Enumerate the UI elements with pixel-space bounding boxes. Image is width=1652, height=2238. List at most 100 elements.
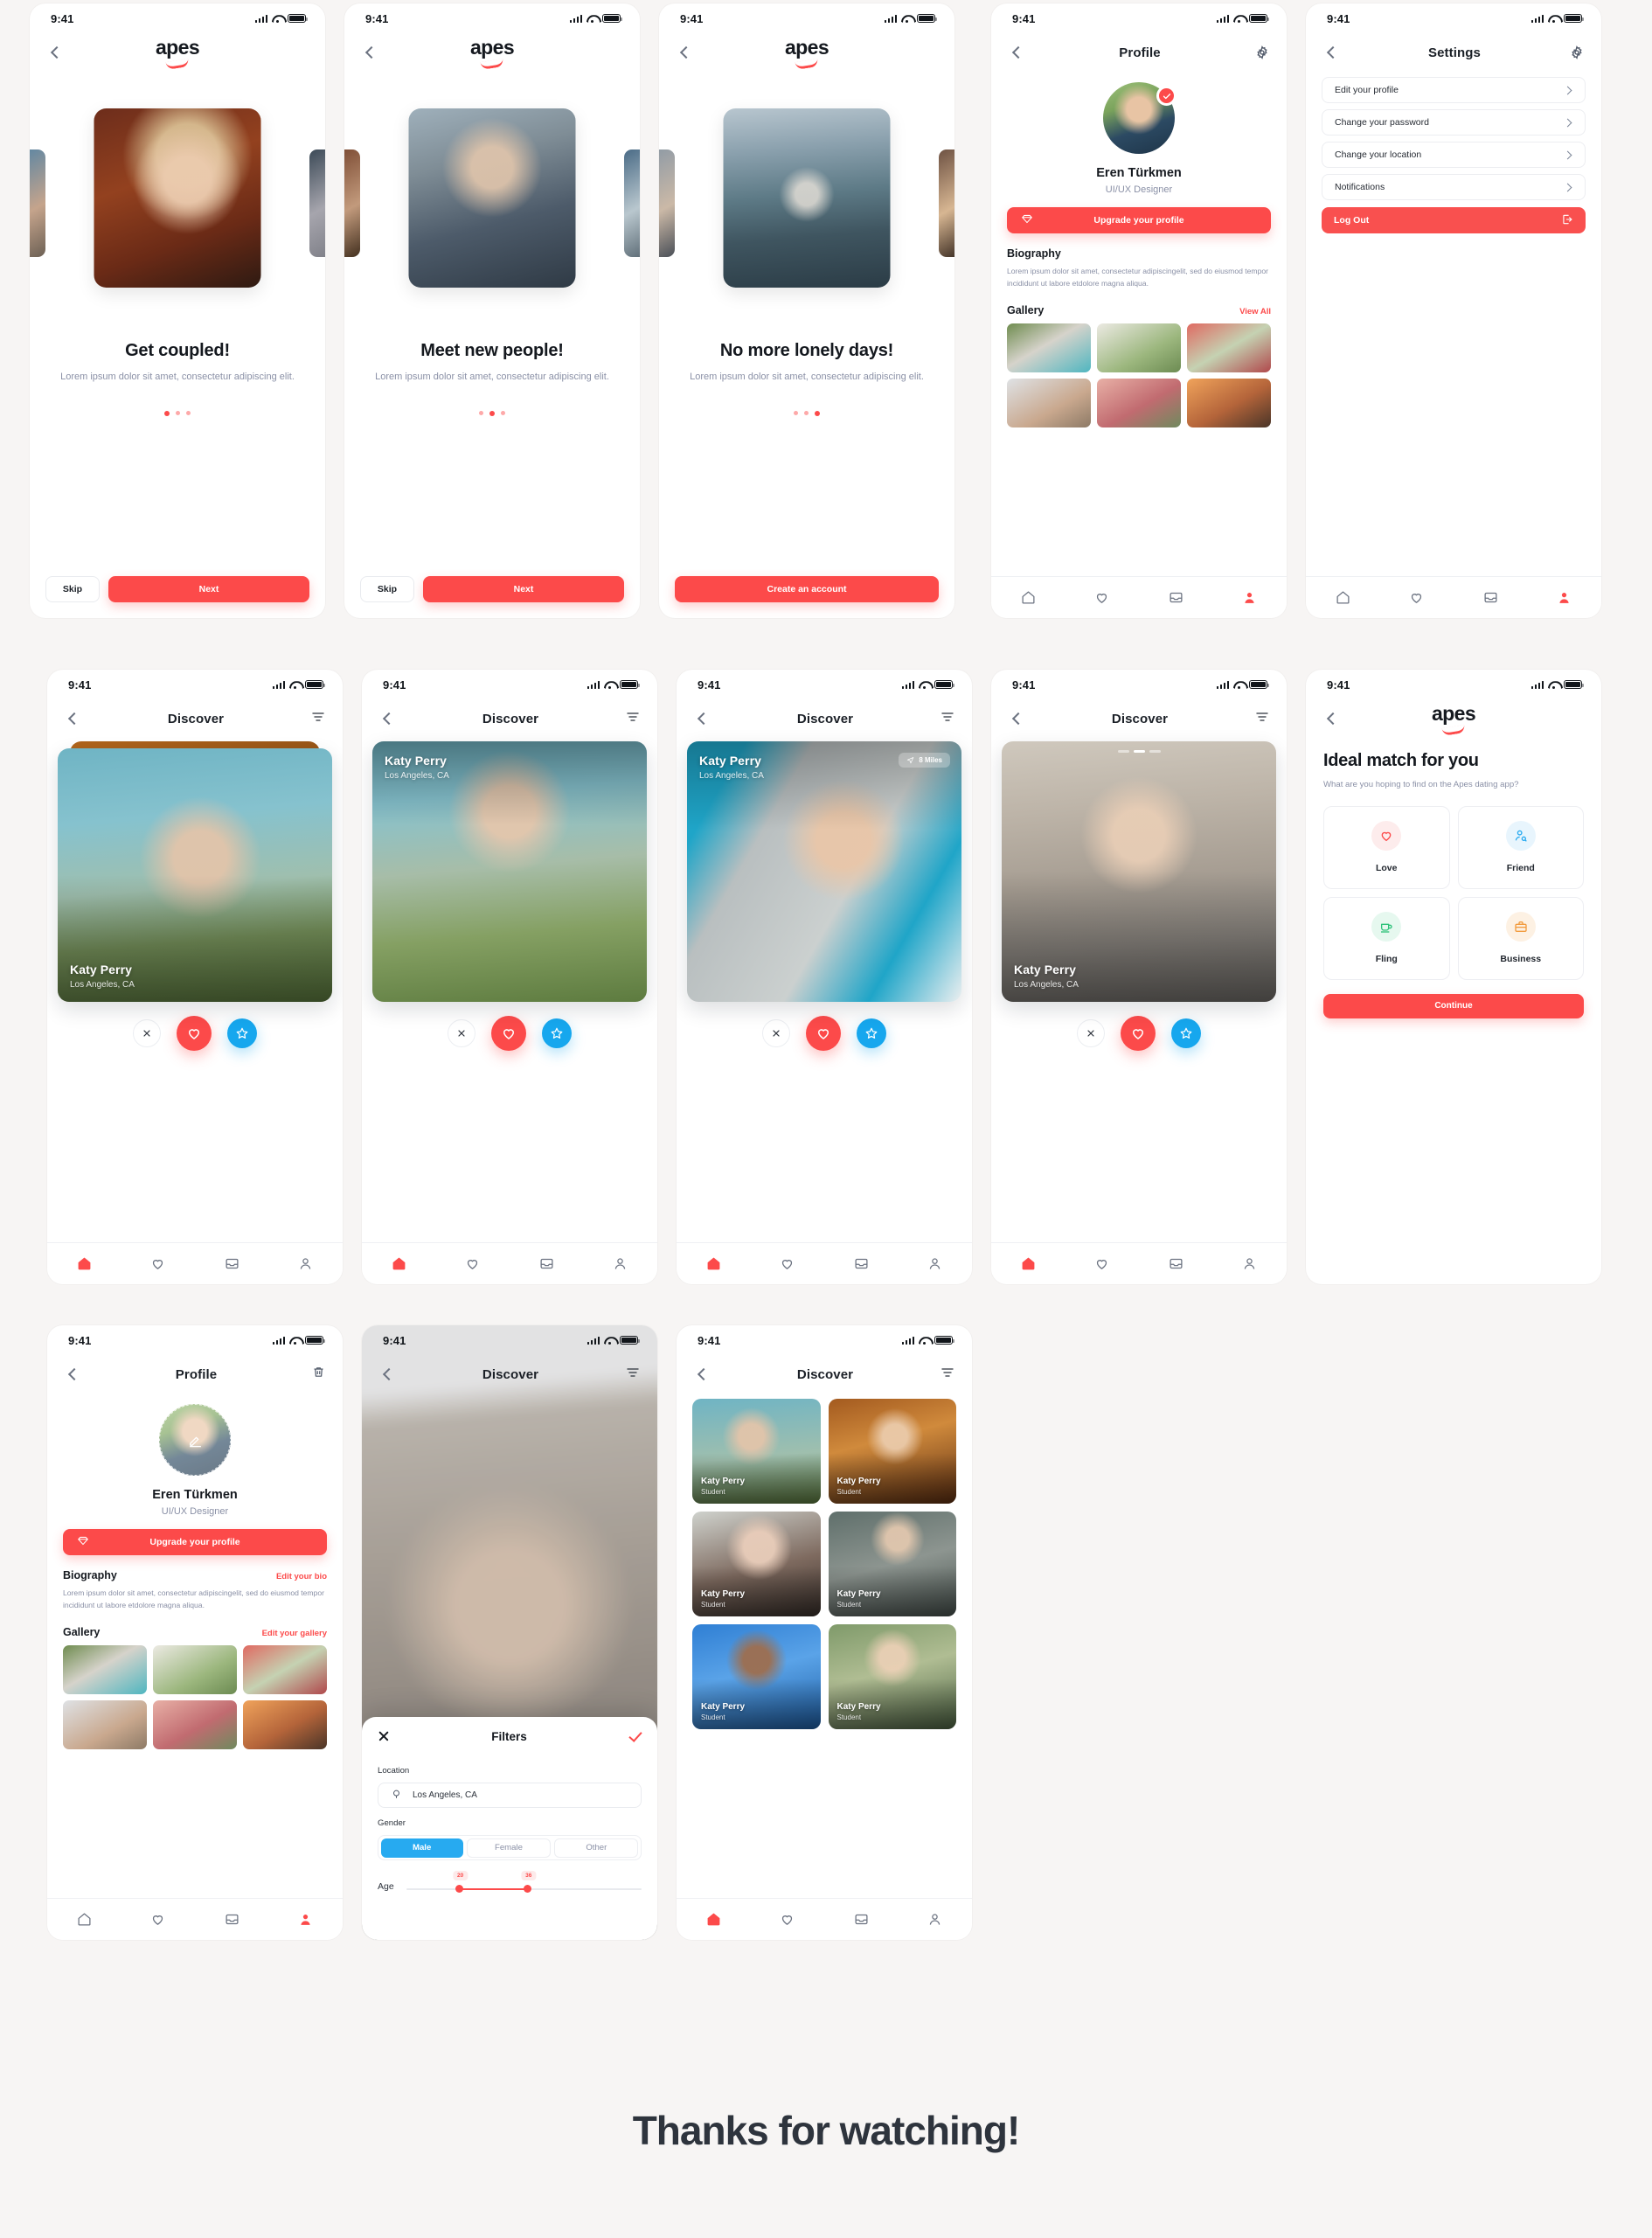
- continue-button[interactable]: Continue: [1323, 993, 1584, 1018]
- settings-item-change-location[interactable]: Change your location: [1322, 142, 1586, 168]
- location-input[interactable]: Los Angeles, CA: [378, 1783, 642, 1808]
- back-icon[interactable]: [1323, 711, 1339, 726]
- carousel-next-thumb[interactable]: [309, 149, 325, 257]
- grid-card[interactable]: Katy Perry Student: [828, 1399, 956, 1504]
- tab-likes[interactable]: [149, 1255, 167, 1273]
- slider-knob-min[interactable]: [455, 1885, 464, 1893]
- settings-item-edit-profile[interactable]: Edit your profile: [1322, 77, 1586, 103]
- carousel-prev-thumb[interactable]: [659, 149, 675, 257]
- tab-home[interactable]: [1019, 1255, 1037, 1273]
- tab-profile[interactable]: [1241, 589, 1259, 607]
- dislike-button[interactable]: [762, 1019, 790, 1047]
- back-icon[interactable]: [677, 45, 692, 60]
- back-icon[interactable]: [65, 711, 80, 726]
- gallery-item[interactable]: [1187, 378, 1271, 427]
- age-range-slider[interactable]: 20 36: [406, 1871, 642, 1897]
- tab-messages[interactable]: [538, 1255, 555, 1273]
- tab-likes[interactable]: [779, 1911, 796, 1929]
- discover-card[interactable]: 8 Miles Katy Perry Los Angeles, CA: [687, 741, 961, 1002]
- back-icon[interactable]: [1009, 45, 1024, 60]
- logout-button[interactable]: Log Out: [1322, 207, 1586, 233]
- tab-home[interactable]: [75, 1255, 93, 1273]
- discover-card[interactable]: Katy Perry Los Angeles, CA: [372, 741, 647, 1002]
- tab-messages[interactable]: [852, 1911, 870, 1929]
- gallery-item[interactable]: [63, 1644, 147, 1694]
- filter-icon[interactable]: [941, 710, 954, 728]
- tab-likes[interactable]: [1408, 589, 1426, 607]
- carousel-prev-thumb[interactable]: [30, 149, 45, 257]
- pagination-dots[interactable]: [344, 411, 640, 417]
- tab-home[interactable]: [390, 1255, 407, 1273]
- superlike-button[interactable]: [857, 1018, 886, 1048]
- grid-card[interactable]: Katy Perry Student: [692, 1512, 821, 1616]
- tab-home[interactable]: [75, 1911, 93, 1929]
- tab-likes[interactable]: [1093, 1255, 1111, 1273]
- carousel-next-thumb[interactable]: [624, 149, 640, 257]
- settings-item-notifications[interactable]: Notifications: [1322, 174, 1586, 200]
- edit-bio-link[interactable]: Edit your bio: [276, 1572, 327, 1581]
- superlike-button[interactable]: [1171, 1018, 1201, 1048]
- tab-messages[interactable]: [223, 1255, 240, 1273]
- upgrade-profile-button[interactable]: Upgrade your profile: [63, 1529, 327, 1555]
- tab-messages[interactable]: [1482, 589, 1499, 607]
- pagination-dots[interactable]: [30, 411, 325, 417]
- tab-home[interactable]: [1019, 589, 1037, 607]
- gallery-item[interactable]: [63, 1699, 147, 1749]
- filter-icon[interactable]: [1255, 710, 1269, 728]
- superlike-button[interactable]: [542, 1018, 572, 1048]
- create-account-button[interactable]: Create an account: [675, 576, 939, 602]
- gallery-item[interactable]: [243, 1699, 327, 1749]
- discover-card[interactable]: Katy Perry Los Angeles, CA: [58, 748, 332, 1002]
- gender-option-female[interactable]: Female: [466, 1838, 552, 1858]
- back-icon[interactable]: [694, 1366, 710, 1382]
- tab-likes[interactable]: [149, 1911, 167, 1929]
- back-icon[interactable]: [379, 711, 395, 726]
- grid-card[interactable]: Katy Perry Student: [692, 1624, 821, 1729]
- gallery-item[interactable]: [1097, 323, 1181, 372]
- back-icon[interactable]: [65, 1366, 80, 1382]
- delete-icon[interactable]: [312, 1366, 325, 1383]
- gallery-item[interactable]: [153, 1644, 237, 1694]
- tab-messages[interactable]: [1167, 589, 1184, 607]
- gallery-item[interactable]: [1187, 323, 1271, 372]
- like-button[interactable]: [806, 1016, 841, 1051]
- tab-home[interactable]: [705, 1911, 722, 1929]
- carousel-prev-thumb[interactable]: [344, 149, 360, 257]
- gallery-item[interactable]: [1007, 378, 1091, 427]
- tab-profile[interactable]: [612, 1255, 629, 1273]
- filter-icon[interactable]: [626, 1366, 640, 1384]
- tab-messages[interactable]: [1167, 1255, 1184, 1273]
- option-love[interactable]: Love: [1323, 805, 1450, 889]
- gender-option-male[interactable]: Male: [380, 1838, 463, 1858]
- close-icon[interactable]: [378, 1730, 390, 1742]
- dislike-button[interactable]: [448, 1019, 475, 1047]
- gallery-item[interactable]: [153, 1699, 237, 1749]
- like-button[interactable]: [1121, 1016, 1156, 1051]
- gallery-view-all-link[interactable]: View All: [1239, 307, 1271, 316]
- next-button[interactable]: Next: [423, 576, 624, 602]
- tab-profile[interactable]: [297, 1255, 315, 1273]
- dislike-button[interactable]: [133, 1019, 161, 1047]
- avatar[interactable]: [159, 1404, 231, 1476]
- gallery-item[interactable]: [1007, 323, 1091, 372]
- upgrade-profile-button[interactable]: Upgrade your profile: [1007, 207, 1271, 233]
- gear-icon[interactable]: [1255, 45, 1269, 59]
- tab-home[interactable]: [705, 1255, 722, 1273]
- filter-icon[interactable]: [941, 1366, 954, 1384]
- like-button[interactable]: [177, 1016, 212, 1051]
- back-icon[interactable]: [694, 711, 710, 726]
- carousel-next-thumb[interactable]: [939, 149, 954, 257]
- dislike-button[interactable]: [1077, 1019, 1105, 1047]
- tab-profile[interactable]: [927, 1911, 944, 1929]
- edit-gallery-link[interactable]: Edit your gallery: [262, 1629, 327, 1638]
- skip-button[interactable]: Skip: [45, 576, 100, 602]
- tab-messages[interactable]: [223, 1911, 240, 1929]
- grid-card[interactable]: Katy Perry Student: [828, 1512, 956, 1616]
- tab-profile[interactable]: [297, 1911, 315, 1929]
- tab-messages[interactable]: [852, 1255, 870, 1273]
- pagination-dots[interactable]: [659, 411, 954, 417]
- apply-filters-icon[interactable]: [628, 1732, 642, 1741]
- back-icon[interactable]: [1009, 711, 1024, 726]
- skip-button[interactable]: Skip: [360, 576, 414, 602]
- tab-likes[interactable]: [1093, 589, 1111, 607]
